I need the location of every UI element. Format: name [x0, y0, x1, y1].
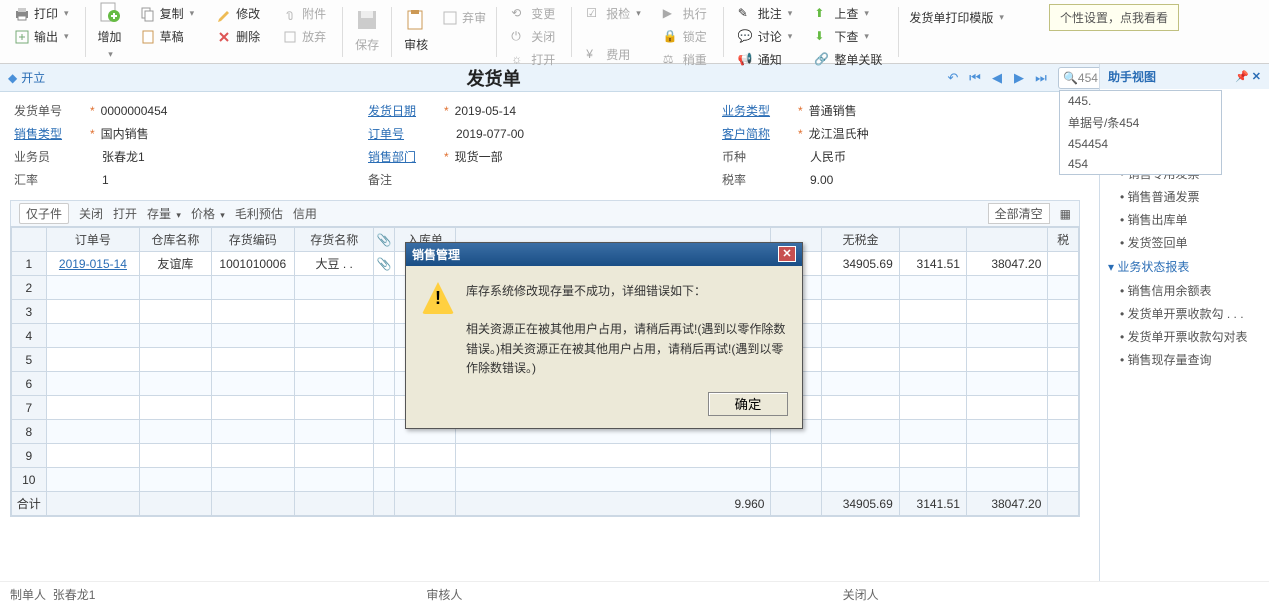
- output-button[interactable]: 输出▾: [8, 25, 75, 48]
- remark-label: 备注: [368, 171, 438, 188]
- warning-icon: [422, 282, 454, 314]
- report-item[interactable]: • 销售信用余额表: [1100, 279, 1269, 302]
- closer-label: 关闭人: [843, 586, 1259, 603]
- discard-button: 放弃: [276, 25, 332, 48]
- currency-value: 人民币: [810, 148, 846, 165]
- panel-title: 助手视图: [1108, 68, 1156, 85]
- suggest-item[interactable]: 445.: [1060, 91, 1221, 111]
- tax-rate-value: 9.00: [810, 173, 833, 187]
- copy-button[interactable]: 复制▾: [134, 2, 201, 25]
- dialog-message: 库存系统修改现存量不成功，详细错误如下： 相关资源正在被其他用户占用，请稍后再试…: [466, 282, 786, 378]
- nav-last-icon[interactable]: ⏭: [1031, 68, 1051, 88]
- dept-label[interactable]: 销售部门: [368, 148, 438, 165]
- status-icon: ◆: [8, 71, 17, 85]
- grid-close[interactable]: 关闭: [79, 205, 103, 222]
- maker-value: 张春龙1: [53, 588, 96, 602]
- execute-button: ▶执行: [657, 2, 713, 25]
- report-section[interactable]: ▾ 业务状态报表: [1100, 254, 1269, 279]
- annotate-button[interactable]: ✎批注▾: [732, 2, 799, 25]
- nav-first-icon[interactable]: ⏮: [965, 68, 985, 88]
- salesman-label: 业务员: [14, 148, 84, 165]
- grid-stock[interactable]: 存量 ▾: [147, 205, 181, 222]
- dialog-close-icon[interactable]: ✕: [778, 246, 796, 262]
- biz-type-value: 普通销售: [809, 102, 857, 119]
- attach-button: 附件: [276, 2, 332, 25]
- print-template-button[interactable]: 发货单打印模版▾: [903, 6, 1010, 29]
- currency-label: 币种: [722, 148, 792, 165]
- quick-item[interactable]: • 销售出库单: [1100, 208, 1269, 231]
- pin-icon[interactable]: 📌 ✕: [1235, 70, 1261, 83]
- suggest-item[interactable]: 454454: [1060, 134, 1221, 154]
- table-row[interactable]: 9: [12, 444, 1079, 468]
- undo-icon[interactable]: ↶: [943, 68, 963, 88]
- report-item[interactable]: • 发货单开票收款勾对表: [1100, 325, 1269, 348]
- cust-abbr-value: 龙江温氏种: [809, 125, 869, 142]
- report-button: ☑报检▾: [580, 2, 647, 25]
- cust-abbr-label[interactable]: 客户简称: [722, 125, 792, 142]
- search-suggest: 445. 单据号/条454 454454 454: [1059, 90, 1222, 175]
- cost-button: ¥费用: [580, 43, 647, 66]
- bill-no-label: 发货单号: [14, 102, 84, 119]
- clear-all-button[interactable]: 全部清空: [988, 203, 1050, 224]
- search-icon: 🔍: [1063, 71, 1078, 85]
- save-button: 保存: [347, 2, 387, 58]
- sale-type-value: 国内销售: [101, 125, 149, 142]
- auditor-label: 审核人: [426, 586, 842, 603]
- settings-tooltip[interactable]: 个性设置，点我看看: [1049, 4, 1179, 31]
- lock-button: 🔒锁定: [657, 25, 713, 48]
- delete-button[interactable]: 删除: [210, 25, 266, 48]
- grid-credit[interactable]: 信用: [293, 205, 317, 222]
- rate-label: 汇率: [14, 171, 84, 188]
- grid-toolbar: 仅子件 关闭 打开 存量 ▾ 价格 ▾ 毛利预估 信用 全部清空 ▦: [10, 200, 1080, 226]
- ship-date-label[interactable]: 发货日期: [368, 102, 438, 119]
- suggest-item[interactable]: 单据号/条454: [1060, 111, 1221, 134]
- tax-rate-label: 税率: [722, 171, 792, 188]
- grid-menu-icon[interactable]: ▦: [1060, 207, 1071, 221]
- report-item[interactable]: • 销售现存量查询: [1100, 348, 1269, 371]
- change-button: ⟲变更: [505, 2, 561, 25]
- grid-open[interactable]: 打开: [113, 205, 137, 222]
- doc-status: 开立: [21, 69, 45, 86]
- suggest-item[interactable]: 454: [1060, 154, 1221, 174]
- dialog-ok-button[interactable]: 确定: [708, 392, 788, 416]
- quick-item[interactable]: • 发货签回单: [1100, 231, 1269, 254]
- maker-label: 制单人: [10, 588, 46, 602]
- dept-value: 现货一部: [455, 148, 503, 165]
- modify-button[interactable]: 修改: [210, 2, 266, 25]
- discuss-button[interactable]: 💬讨论▾: [732, 25, 799, 48]
- table-row[interactable]: 10: [12, 468, 1079, 492]
- doc-title: 发货单: [45, 65, 942, 91]
- print-button[interactable]: 打印▾: [8, 2, 75, 25]
- ship-date-value: 2019-05-14: [455, 104, 516, 118]
- close-button: ⏻关闭: [505, 25, 561, 48]
- footer-bar: 制单人 张春龙1 审核人 关闭人: [0, 581, 1269, 607]
- lookup-up-button[interactable]: ⬆上查▾: [808, 2, 888, 25]
- child-only-tag[interactable]: 仅子件: [19, 203, 69, 224]
- rate-value: 1: [102, 173, 109, 187]
- draft-button[interactable]: 草稿: [134, 25, 201, 48]
- unaudit-button: 弃审: [436, 6, 492, 29]
- grid-gross[interactable]: 毛利预估: [235, 205, 283, 222]
- dialog-title: 销售管理: [412, 246, 460, 263]
- order-no-value: 2019-077-00: [456, 127, 524, 141]
- lookup-down-button[interactable]: ⬇下查▾: [808, 25, 888, 48]
- document-bar: ◆ 开立 发货单 ↶ ⏮ ◀ ▶ ⏭ 🔍 ✕ 445. 单据号/条454 454…: [0, 64, 1269, 92]
- grid-price[interactable]: 价格 ▾: [191, 205, 225, 222]
- error-dialog: 销售管理 ✕ 库存系统修改现存量不成功，详细错误如下： 相关资源正在被其他用户占用…: [405, 242, 803, 429]
- report-item[interactable]: • 发货单开票收款勾 . . .: [1100, 302, 1269, 325]
- bill-no-value: 0000000454: [101, 104, 168, 118]
- nav-prev-icon[interactable]: ◀: [987, 68, 1007, 88]
- sale-type-label[interactable]: 销售类型: [14, 125, 84, 142]
- grid-totals: 合计9.96034905.693141.5138047.20: [12, 492, 1079, 516]
- order-no-label[interactable]: 订单号: [368, 125, 438, 142]
- add-button[interactable]: 增加▾: [90, 2, 130, 58]
- salesman-value: 张春龙1: [102, 148, 145, 165]
- audit-button[interactable]: 审核: [396, 2, 436, 58]
- biz-type-label[interactable]: 业务类型: [722, 102, 792, 119]
- quick-item[interactable]: • 销售普通发票: [1100, 185, 1269, 208]
- nav-next-icon[interactable]: ▶: [1009, 68, 1029, 88]
- form-area: 发货单号*0000000454 发货日期*2019-05-14 业务类型*普通销…: [0, 92, 1090, 200]
